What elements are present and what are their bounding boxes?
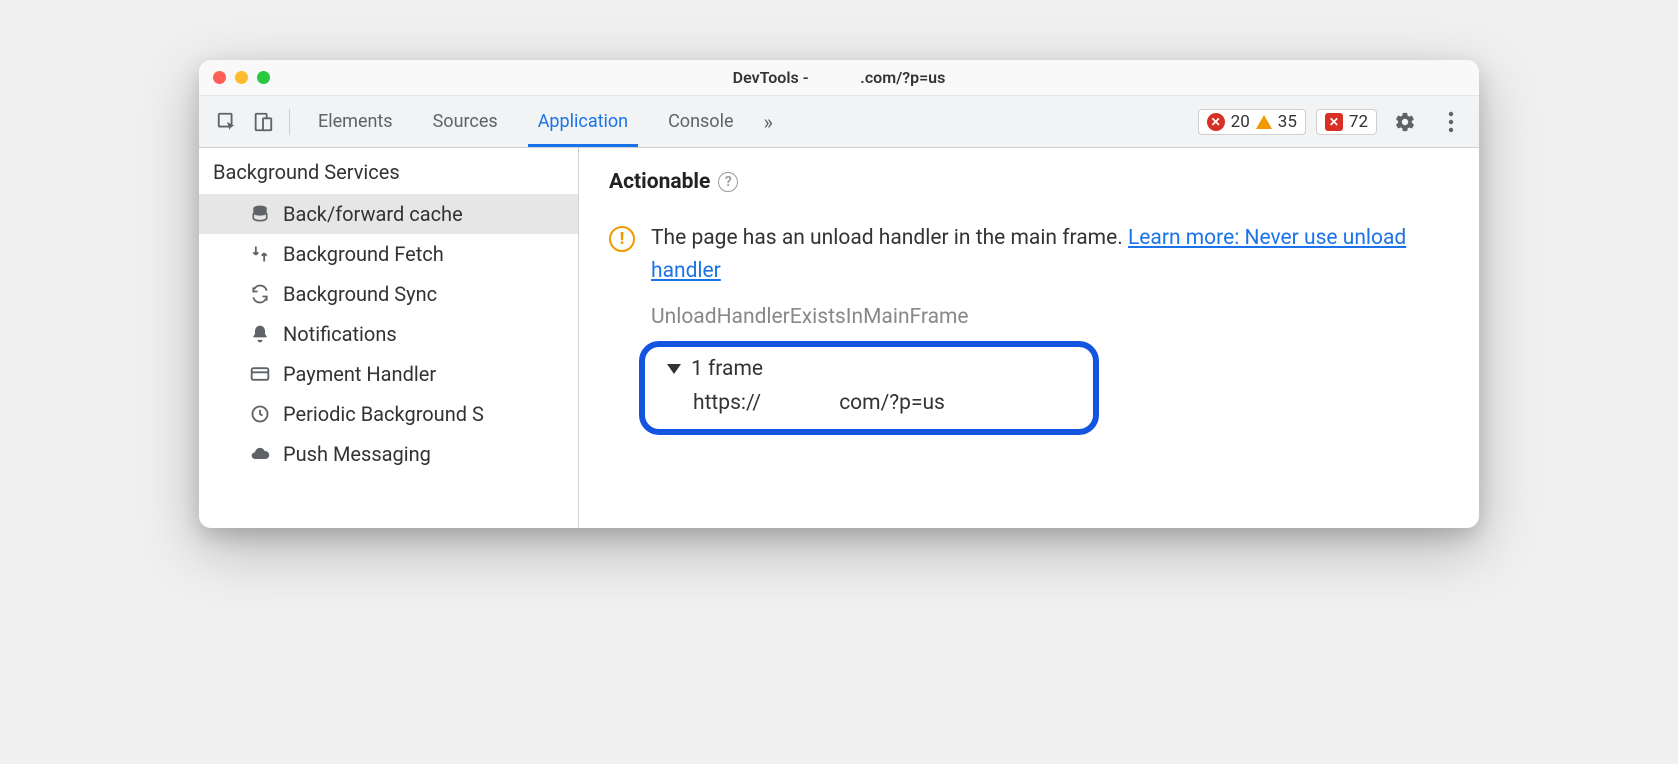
frame-url[interactable]: https:// com/?p=us (667, 381, 1071, 415)
error-count: 20 (1231, 112, 1250, 132)
sidebar-item-label: Periodic Background S (283, 402, 484, 426)
close-window-button[interactable] (213, 71, 226, 84)
sidebar-item-label: Notifications (283, 322, 397, 346)
devtools-window: DevTools - .com/?p=us Elements Sources A… (199, 60, 1479, 528)
section-title: Actionable ? (609, 170, 1449, 194)
tab-console[interactable]: Console (648, 96, 753, 147)
database-icon (249, 203, 271, 225)
window-title: DevTools - .com/?p=us (733, 68, 946, 87)
credit-card-icon (249, 363, 271, 385)
issue-row: ! The page has an unload handler in the … (609, 222, 1449, 287)
toolbar: Elements Sources Application Console » ✕… (199, 96, 1479, 148)
device-toggle-icon[interactable] (245, 104, 281, 140)
sidebar-item-push[interactable]: Push Messaging (199, 434, 578, 474)
warning-icon (1256, 115, 1272, 129)
issues-count: 72 (1349, 112, 1368, 132)
sidebar: Background Services Back/forward cache B… (199, 148, 579, 528)
disclosure-triangle-icon (667, 364, 681, 374)
minimize-window-button[interactable] (235, 71, 248, 84)
tab-sources[interactable]: Sources (413, 96, 518, 147)
panel-tabs: Elements Sources Application Console (298, 96, 754, 147)
console-counts[interactable]: ✕ 20 35 (1198, 109, 1306, 135)
inspect-element-icon[interactable] (209, 104, 245, 140)
help-icon[interactable]: ? (718, 172, 738, 192)
sync-icon (249, 283, 271, 305)
sidebar-item-periodic[interactable]: Periodic Background S (199, 394, 578, 434)
more-menu-icon[interactable] (1433, 104, 1469, 140)
toolbar-right: ✕ 20 35 ✕ 72 (1198, 104, 1469, 140)
fetch-icon (249, 243, 271, 265)
settings-icon[interactable] (1387, 104, 1423, 140)
sidebar-item-label: Background Fetch (283, 242, 444, 266)
cloud-icon (249, 443, 271, 465)
error-icon: ✕ (1207, 113, 1225, 131)
sidebar-item-bfcache[interactable]: Back/forward cache (199, 194, 578, 234)
warning-circle-icon: ! (609, 226, 635, 252)
maximize-window-button[interactable] (257, 71, 270, 84)
bell-icon (249, 323, 271, 345)
sidebar-item-label: Background Sync (283, 282, 437, 306)
reason-name: UnloadHandlerExistsInMainFrame (651, 305, 1449, 329)
issue-text: The page has an unload handler in the ma… (651, 222, 1449, 287)
warning-count: 35 (1278, 112, 1297, 132)
titlebar: DevTools - .com/?p=us (199, 60, 1479, 96)
main-panel: Actionable ? ! The page has an unload ha… (579, 148, 1479, 528)
issues-icon: ✕ (1325, 113, 1343, 131)
sidebar-item-label: Push Messaging (283, 442, 431, 466)
sidebar-item-bgfetch[interactable]: Background Fetch (199, 234, 578, 274)
issue-message: The page has an unload handler in the ma… (651, 226, 1128, 250)
tab-application[interactable]: Application (518, 96, 648, 147)
sidebar-item-notifications[interactable]: Notifications (199, 314, 578, 354)
frame-count-label: 1 frame (691, 357, 763, 381)
sidebar-item-label: Back/forward cache (283, 202, 463, 226)
content: Background Services Back/forward cache B… (199, 148, 1479, 528)
more-tabs-button[interactable]: » (754, 110, 783, 134)
issues-count-badge[interactable]: ✕ 72 (1316, 109, 1377, 135)
sidebar-item-bgsync[interactable]: Background Sync (199, 274, 578, 314)
tab-elements[interactable]: Elements (298, 96, 413, 147)
window-controls (199, 71, 270, 84)
toolbar-divider (289, 109, 290, 135)
frame-tree-highlight: 1 frame https:// com/?p=us (639, 341, 1099, 435)
frame-tree-toggle[interactable]: 1 frame (667, 357, 1071, 381)
section-title-text: Actionable (609, 170, 710, 194)
sidebar-heading: Background Services (199, 148, 578, 194)
sidebar-item-label: Payment Handler (283, 362, 436, 386)
clock-icon (249, 403, 271, 425)
sidebar-item-payment[interactable]: Payment Handler (199, 354, 578, 394)
